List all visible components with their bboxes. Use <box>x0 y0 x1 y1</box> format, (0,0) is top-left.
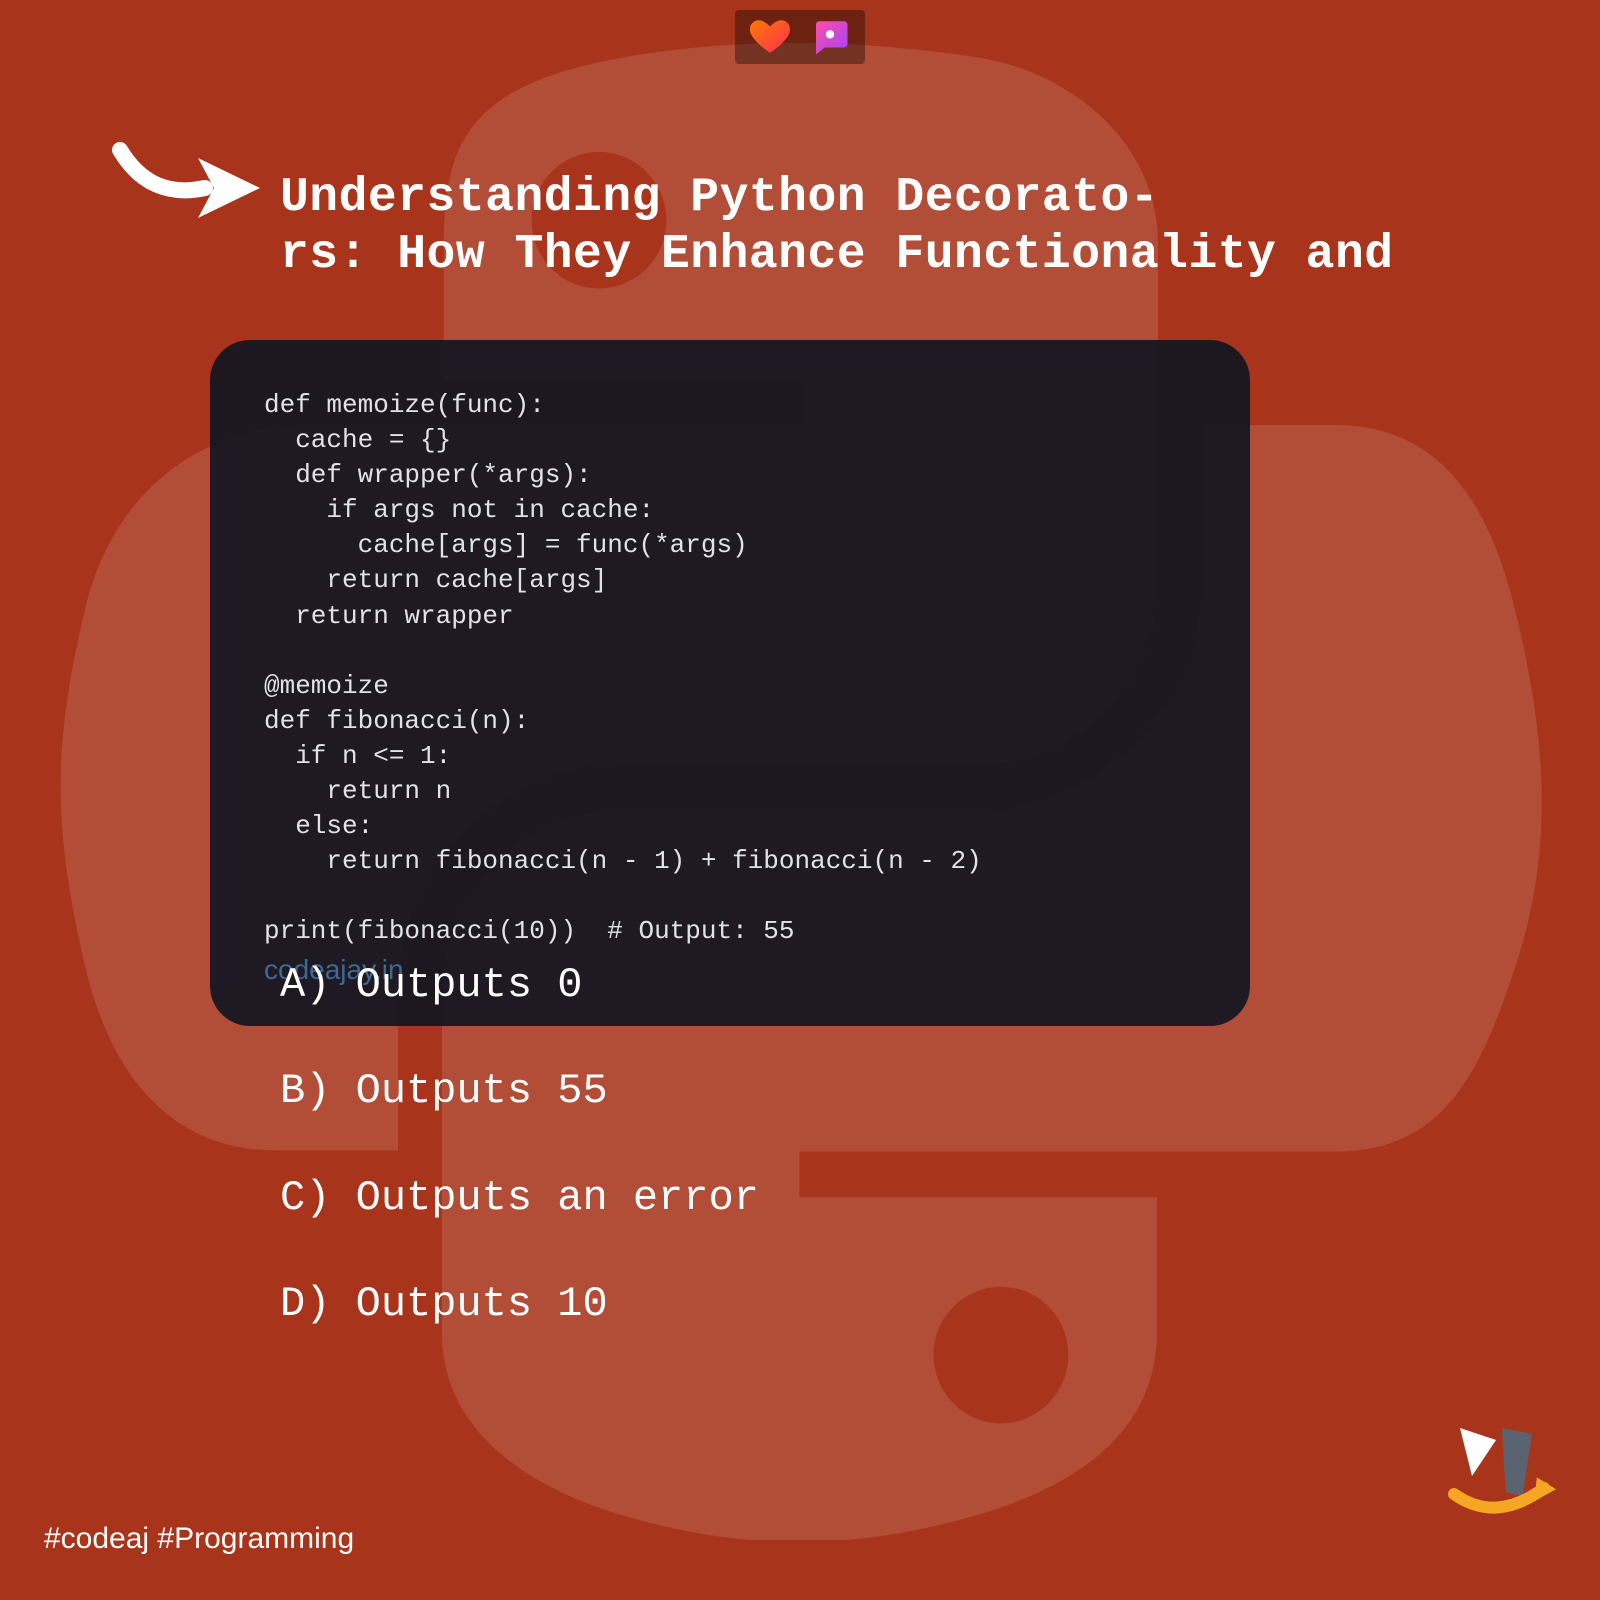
hashtags: #codeaj #Programming <box>44 1522 354 1556</box>
option-d[interactable]: D) Outputs 10 <box>280 1279 759 1329</box>
code-content: def memoize(func): cache = {} def wrappe… <box>264 388 1196 950</box>
option-a[interactable]: A) Outputs 0 <box>280 960 759 1010</box>
option-c[interactable]: C) Outputs an error <box>280 1173 759 1223</box>
heart-icon[interactable] <box>749 16 791 58</box>
reaction-bar <box>735 10 865 64</box>
brand-logo-icon <box>1436 1410 1556 1530</box>
answer-options: A) Outputs 0 B) Outputs 55 C) Outputs an… <box>280 960 759 1386</box>
comment-icon[interactable] <box>809 16 851 58</box>
post-title: Understanding Python Decorato- rs: How T… <box>280 170 1600 283</box>
arrow-right-icon <box>110 140 260 235</box>
option-b[interactable]: B) Outputs 55 <box>280 1066 759 1116</box>
code-block: def memoize(func): cache = {} def wrappe… <box>210 340 1250 1026</box>
